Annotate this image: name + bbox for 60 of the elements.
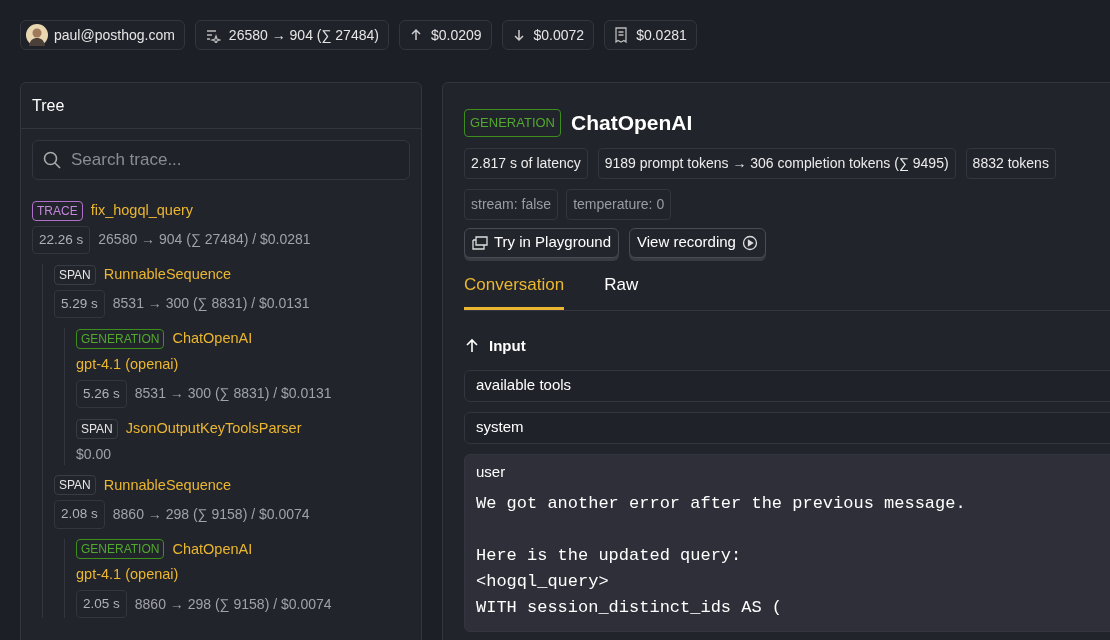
node-stats: 26580 → 904 (∑ 27484) / $0.0281 <box>98 230 311 250</box>
node-name[interactable]: RunnableSequence <box>103 264 232 286</box>
type-badge: SPAN <box>54 264 96 285</box>
play-circle-icon <box>741 234 758 251</box>
type-badge: GENERATION <box>76 539 165 560</box>
message-content: We got another error after the previous message. Here is the updated query: <hogql_query> WITH session_distinct_ids AS ( <box>476 493 967 619</box>
node-name[interactable]: RunnableSequence <box>103 474 232 497</box>
model-name: gpt-4.1 (openai) <box>76 354 180 374</box>
node-stats: 8860 → 298 (∑ 9158) / $0.0074 <box>112 504 310 524</box>
message-card[interactable]: system <box>464 411 1110 444</box>
tokens-icon <box>204 27 221 43</box>
message-card[interactable]: user We got another error after the previous message. Here is the updated query: <hogql_query> WITH session_distinct_ids AS ( <box>464 453 1110 632</box>
type-badge: TRACE <box>32 200 83 221</box>
stat-value: $0.0209 <box>430 25 482 45</box>
search-field[interactable]: Search trace... <box>32 140 410 180</box>
message-card[interactable]: available tools <box>464 369 1110 402</box>
message-role: system <box>476 417 524 438</box>
message-role: user <box>476 461 507 482</box>
stat-value: 26580 → 904 (∑ 27484) <box>228 25 379 45</box>
detail-title: ChatOpenAI <box>571 110 693 136</box>
node-name[interactable]: JsonOutputKeyToolsParser <box>125 417 302 440</box>
stat-value: $0.0281 <box>636 25 687 45</box>
panel-title: Tree <box>32 95 65 116</box>
tab[interactable]: Conversation <box>464 265 565 310</box>
duration-badge: 22.26 s <box>32 225 91 254</box>
type-badge: SPAN <box>54 475 96 496</box>
duration-badge: 2.05 s <box>76 590 127 619</box>
receipt-icon <box>614 27 629 43</box>
param-tag: stream: false <box>464 188 559 220</box>
stat-value: $0.0072 <box>533 25 585 45</box>
model-name: gpt-4.1 (openai) <box>76 565 180 585</box>
node-name[interactable]: fix_hogql_query <box>90 200 194 222</box>
avatar <box>26 24 48 46</box>
node-stats: 8860 → 298 (∑ 9158) / $0.0074 <box>134 594 332 614</box>
type-badge: GENERATION <box>76 328 165 349</box>
section-heading: Input <box>489 336 526 356</box>
node-stats: 8531 → 300 (∑ 8831) / $0.0131 <box>134 384 332 404</box>
node-stats: 8531 → 300 (∑ 8831) / $0.0131 <box>112 294 310 314</box>
param-tag: temperature: 0 <box>566 188 672 220</box>
type-badge: GENERATION <box>464 109 561 137</box>
action-button[interactable]: View recording <box>629 227 766 258</box>
user-chip[interactable]: paul@posthog.com <box>20 20 185 50</box>
action-button[interactable]: Try in Playground <box>464 227 619 258</box>
arrow-down-icon <box>511 28 526 42</box>
tab[interactable]: Raw <box>604 265 639 310</box>
windows-icon <box>472 235 488 250</box>
metric-tag: 8832 tokens <box>965 147 1056 179</box>
user-email: paul@posthog.com <box>54 25 175 45</box>
duration-badge: 5.29 s <box>54 289 105 318</box>
node-stats: $0.00 <box>76 444 112 464</box>
duration-badge: 5.26 s <box>76 379 127 408</box>
type-badge: SPAN <box>76 418 118 439</box>
node-name[interactable]: ChatOpenAI <box>172 538 253 561</box>
message-role: available tools <box>476 375 572 396</box>
node-name[interactable]: ChatOpenAI <box>172 328 253 350</box>
arrow-up-icon <box>464 338 480 355</box>
metric-tag: 9189 prompt tokens → 306 completion tokens (∑ 9495) <box>597 147 956 179</box>
search-icon <box>42 150 62 170</box>
duration-badge: 2.08 s <box>54 500 105 529</box>
metric-tag: 2.817 s of latency <box>464 147 588 179</box>
